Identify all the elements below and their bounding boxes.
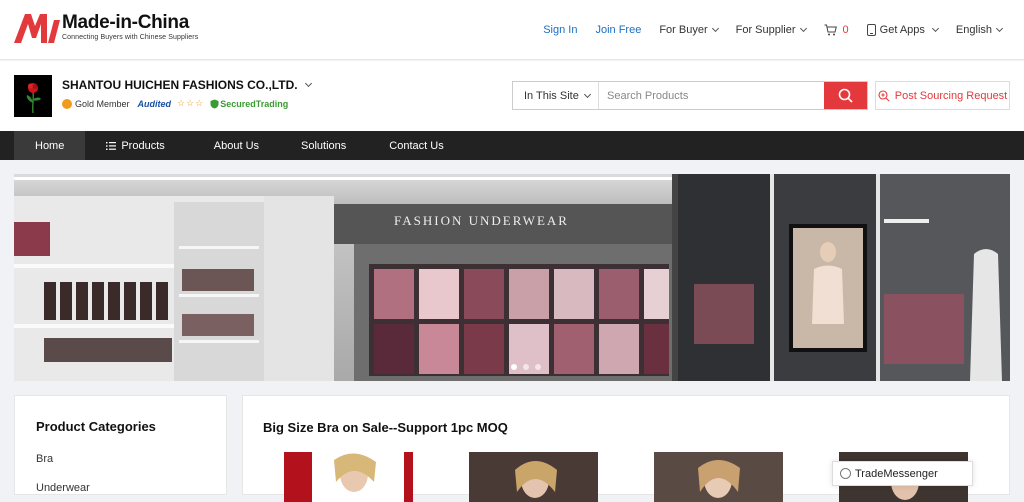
search-input[interactable] (599, 82, 824, 109)
company-name[interactable]: SHANTOU HUICHEN FASHIONS CO.,LTD. (62, 78, 312, 92)
for-buyer-menu[interactable]: For Buyer (659, 24, 719, 36)
search-icon (838, 88, 853, 103)
product-thumbnail[interactable] (284, 452, 413, 502)
chevron-down-icon (995, 24, 1004, 33)
chevron-down-icon (583, 90, 591, 98)
slide-dot[interactable] (523, 364, 529, 370)
company-header: SHANTOU HUICHEN FASHIONS CO.,LTD. Gold M… (0, 61, 1024, 131)
chevron-down-icon (711, 24, 719, 33)
nav-contact-us[interactable]: Contact Us (367, 131, 464, 160)
logo-tagline: Connecting Buyers with Chinese Suppliers (62, 34, 199, 41)
company-logo[interactable] (14, 75, 52, 117)
company-badges: Gold Member Audited ☆☆☆ SecuredTrading (62, 98, 288, 109)
store-interior-photo: FASHION UNDERWEAR (14, 174, 1010, 381)
sign-in-link[interactable]: Sign In (543, 24, 577, 36)
category-item-bra[interactable]: Bra (36, 453, 53, 465)
nav-products[interactable]: Products (85, 131, 185, 160)
made-in-china-logo-icon (14, 14, 60, 43)
secured-trading-badge[interactable]: SecuredTrading (220, 99, 288, 109)
nav-products-label: Products (121, 139, 165, 152)
search-scope-select[interactable]: In This Site (513, 82, 599, 109)
chevron-down-icon (931, 24, 939, 33)
trade-messenger-label: TradeMessenger (855, 467, 938, 480)
product-image (469, 452, 598, 502)
product-thumbnail[interactable] (654, 452, 783, 502)
join-free-link[interactable]: Join Free (595, 24, 641, 36)
trade-messenger-widget[interactable]: TradeMessenger (832, 461, 973, 486)
banner-slide-dots (508, 364, 544, 370)
category-item-underwear[interactable]: Underwear (36, 482, 90, 494)
cart-icon (824, 24, 837, 36)
sourcing-request-icon (878, 89, 890, 101)
gold-member-icon (62, 98, 72, 109)
nav-home[interactable]: Home (14, 131, 86, 160)
post-sourcing-label: Post Sourcing Request (894, 89, 1008, 102)
logo-title: Made-in-China (62, 12, 189, 33)
top-links: Sign In Join Free For Buyer For Supplier… (525, 0, 1004, 60)
site-search: In This Site (512, 81, 868, 110)
phone-icon (866, 24, 876, 36)
cart-count: 0 (842, 24, 849, 36)
language-menu[interactable]: English (955, 24, 1004, 36)
chat-icon (840, 468, 851, 479)
company-name-text: SHANTOU HUICHEN FASHIONS CO.,LTD. (62, 78, 298, 92)
rating-stars-icon: ☆☆☆ (177, 98, 205, 108)
nav-about-label: About Us (213, 139, 260, 152)
main-nav: Home Products About Us Solutions Contact… (0, 131, 1024, 160)
chevron-down-icon (304, 79, 312, 88)
gold-member-label: Gold Member (75, 98, 130, 109)
product-image (654, 452, 783, 502)
for-supplier-label: For Supplier (735, 24, 796, 36)
section-title: Big Size Bra on Sale--Support 1pc MOQ (263, 420, 508, 435)
site-logo[interactable]: Made-in-China Connecting Buyers with Chi… (14, 12, 198, 44)
cart-link[interactable]: 0 (824, 24, 849, 36)
chevron-down-icon (799, 24, 807, 33)
nav-about-us[interactable]: About Us (186, 131, 281, 160)
slide-dot[interactable] (511, 364, 517, 370)
rose-logo-icon (26, 83, 41, 114)
get-apps-label: Get Apps (879, 24, 925, 36)
product-thumbnail[interactable] (469, 452, 598, 502)
slide-dot[interactable] (535, 364, 541, 370)
product-categories-title: Product Categories (36, 419, 156, 434)
language-label: English (955, 24, 992, 36)
search-scope-label: In This Site (524, 89, 579, 102)
search-button[interactable] (824, 82, 867, 109)
for-buyer-label: For Buyer (659, 24, 708, 36)
secured-shield-icon (210, 99, 219, 108)
for-supplier-menu[interactable]: For Supplier (735, 24, 807, 36)
post-sourcing-button[interactable]: Post Sourcing Request (875, 81, 1010, 110)
nav-contact-label: Contact Us (389, 139, 444, 152)
nav-solutions[interactable]: Solutions (281, 131, 367, 160)
top-header: Made-in-China Connecting Buyers with Chi… (0, 0, 1024, 60)
nav-home-label: Home (35, 139, 65, 152)
audited-badge[interactable]: Audited (138, 99, 172, 109)
banner-sign-text: FASHION UNDERWEAR (394, 213, 569, 228)
product-categories-panel: Product Categories Bra Underwear (14, 395, 227, 495)
get-apps-menu[interactable]: Get Apps (866, 24, 939, 36)
list-icon (106, 141, 117, 150)
product-image (284, 452, 413, 502)
store-banner[interactable]: FASHION UNDERWEAR (14, 174, 1010, 381)
nav-solutions-label: Solutions (301, 139, 347, 152)
